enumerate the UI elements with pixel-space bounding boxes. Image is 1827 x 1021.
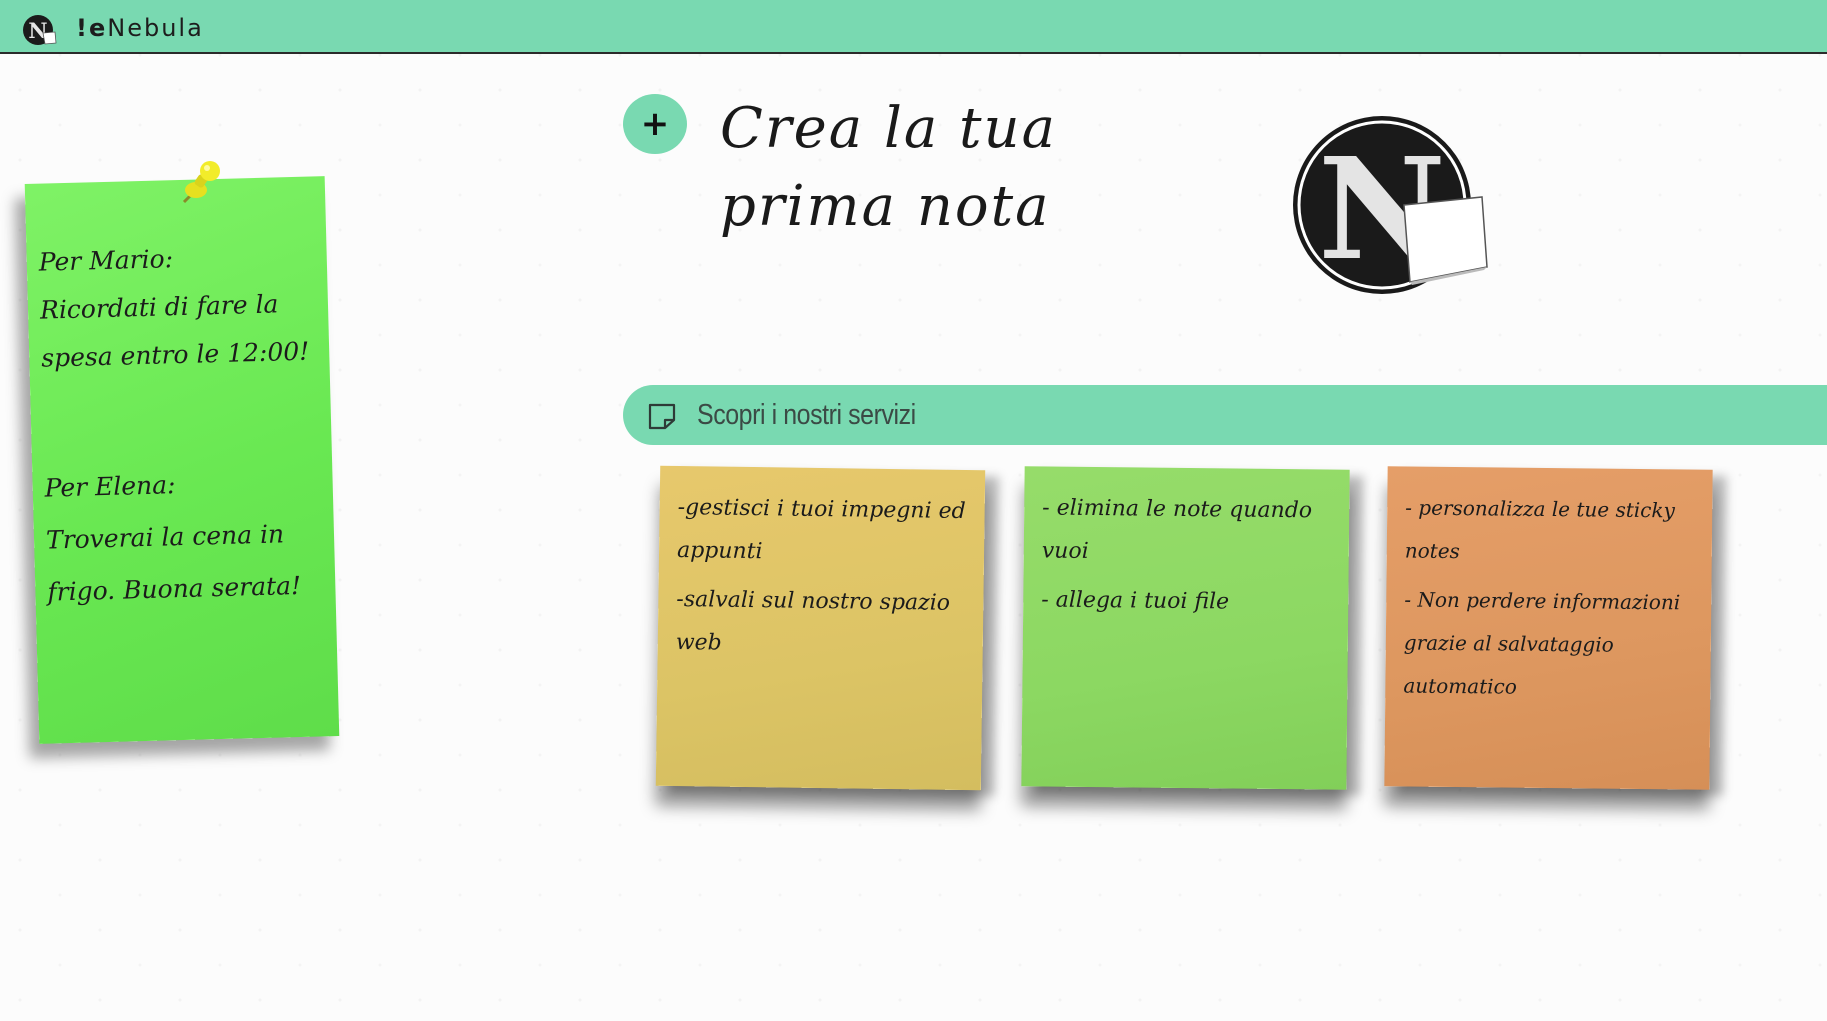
services-label: Scopri i nostri servizi: [697, 399, 916, 431]
brand-name[interactable]: !eNebula: [76, 14, 204, 42]
pinned-note-first-message: Per Mario: Ricordati di fare la spesa en…: [38, 244, 310, 373]
pinned-note-second-message: Per Elena: Troverai la cena in frigo. Bu…: [44, 470, 302, 607]
plus-icon: +: [640, 104, 670, 144]
pinned-sticky-note: Per Mario: Ricordati di fare la spesa en…: [24, 176, 340, 744]
service-note-line: - allega i tuoi file: [1041, 587, 1230, 615]
create-note-button[interactable]: +: [623, 94, 687, 154]
nebula-logo-icon[interactable]: N: [22, 13, 58, 49]
top-navbar: N !eNebula: [0, 0, 1827, 54]
create-note-title[interactable]: Crea la tua prima nota: [720, 90, 1120, 246]
service-note-line: - personalizza le tue sticky notes: [1404, 495, 1675, 564]
services-bar[interactable]: Scopri i nostri servizi: [623, 385, 1827, 445]
service-note-line: -salvali sul nostro spazio web: [675, 586, 951, 656]
service-note-manage: -gestisci i tuoi impegni ed appunti -sal…: [655, 465, 986, 791]
service-note-line: - elimina le note quando vuoi: [1041, 495, 1313, 564]
service-note-line: -gestisci i tuoi impegni ed appunti: [676, 494, 966, 565]
service-note-attach: - elimina le note quando vuoi - allega i…: [1021, 466, 1350, 790]
brand-prefix: !e: [76, 14, 108, 42]
brand-suffix: Nebula: [107, 14, 204, 42]
create-title-line-1: Crea la tua: [720, 96, 1057, 161]
note-icon: [648, 403, 676, 430]
create-title-line-2: prima nota: [720, 174, 1051, 239]
nebula-big-logo-icon: N: [1293, 116, 1488, 294]
service-note-line: - Non perdere informazioni grazie al sal…: [1403, 587, 1681, 699]
service-note-customize: - personalizza le tue sticky notes - Non…: [1384, 466, 1713, 790]
pushpin-icon: [182, 161, 220, 204]
